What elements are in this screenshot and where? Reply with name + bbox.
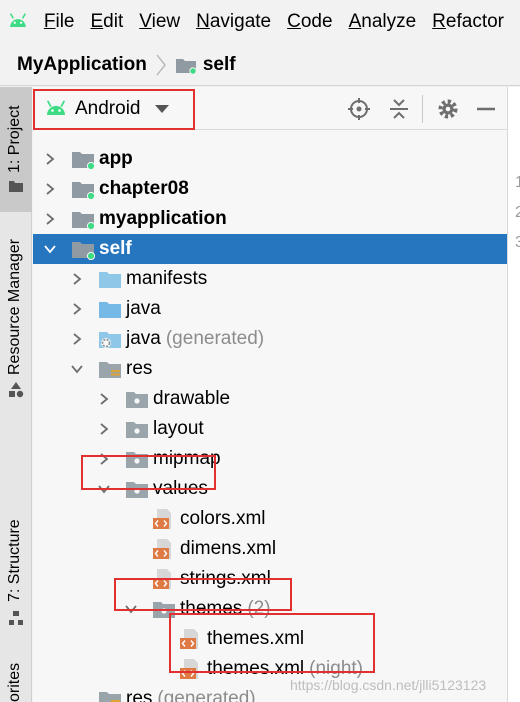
module-folder-icon: [72, 212, 95, 230]
tab-project-label: 1: Project: [6, 105, 23, 173]
tree-item-label: dimens.xml: [180, 538, 277, 559]
line-number: 2: [515, 204, 520, 222]
breadcrumb-project[interactable]: MyApplication: [17, 54, 147, 76]
chevron-down-icon[interactable]: [70, 362, 84, 376]
tree-item-label: layout: [153, 418, 204, 439]
chevron-right-icon[interactable]: [43, 212, 57, 226]
highlight-themes-files: [169, 613, 375, 673]
shapes-icon: [9, 382, 24, 398]
menu-edit[interactable]: Edit: [90, 11, 123, 33]
tree-item-label: colors.xml: [180, 508, 266, 529]
module-folder-icon: [72, 242, 95, 260]
tree-item-label: java: [126, 328, 161, 349]
android-logo-icon[interactable]: [8, 9, 28, 35]
chevron-right-icon[interactable]: [97, 422, 111, 436]
resource-folder-icon: [99, 362, 121, 378]
tree-item-label: app: [99, 148, 133, 169]
chevron-right-icon[interactable]: [43, 182, 57, 196]
highlight-themes-folder: [114, 578, 292, 611]
tab-resource-manager-label: Resource Manager: [6, 238, 23, 375]
xml-file-icon: [153, 539, 171, 559]
tree-item-folder[interactable]: myapplication: [33, 204, 507, 234]
resource-folder-icon: [99, 692, 121, 702]
tree-item-label: java: [126, 298, 161, 319]
menu-code-rest: ode: [300, 11, 333, 32]
folder-icon: [9, 181, 23, 192]
tree-item-label: res: [126, 358, 153, 379]
menu-navigate-rest: avigate: [209, 11, 272, 32]
folder-icon: [99, 272, 121, 288]
menu-file-rest: ile: [55, 11, 75, 32]
module-folder-icon: [175, 58, 197, 75]
breadcrumb-separator-icon: [156, 54, 166, 75]
tree-item-folder[interactable]: res: [33, 354, 507, 384]
tree-item-folder[interactable]: layout: [33, 414, 507, 444]
tree-item-label: self: [99, 238, 132, 259]
menu-file[interactable]: File: [44, 11, 75, 33]
chevron-right-icon[interactable]: [70, 272, 84, 286]
breadcrumb-module[interactable]: self: [203, 54, 236, 76]
menu-navigate[interactable]: Navigate: [196, 11, 271, 33]
chevron-right-icon[interactable]: [70, 302, 84, 316]
chevron-right-icon[interactable]: [43, 152, 57, 166]
tree-item-folder[interactable]: java (generated): [33, 324, 507, 354]
chevron-down-icon[interactable]: [43, 242, 57, 256]
module-folder-icon: [72, 152, 95, 170]
menu-bar: File Edit View Navigate Code Analyze Ref…: [0, 0, 520, 44]
tree-item-label: chapter08: [99, 178, 189, 199]
highlight-values-folder: [81, 455, 216, 490]
line-number: 1: [515, 174, 520, 192]
breadcrumb: MyApplication self: [0, 44, 520, 86]
menu-analyze[interactable]: Analyze: [349, 11, 417, 33]
menu-view[interactable]: View: [139, 11, 180, 33]
gear-icon[interactable]: [436, 97, 460, 121]
chevron-right-icon[interactable]: [97, 392, 111, 406]
editor-gutter: 1 2 3: [507, 87, 520, 702]
highlight-view-selector: [33, 89, 195, 130]
line-number: 3: [515, 234, 520, 252]
tree-item-file[interactable]: colors.xml: [33, 504, 507, 534]
chevron-right-icon[interactable]: [70, 332, 84, 346]
left-tool-strip: 1: Project Resource Manager 7: Structure…: [0, 87, 32, 702]
tree-item-suffix: (generated): [157, 688, 256, 702]
tree-item-label: manifests: [126, 268, 208, 289]
package-folder-icon: [126, 422, 148, 438]
generated-folder-icon: [99, 332, 121, 348]
tree-item-folder[interactable]: self: [33, 234, 507, 264]
tab-structure-label: 7: Structure: [6, 519, 23, 602]
tree-item-suffix: (generated): [165, 328, 265, 349]
tree-item-file[interactable]: dimens.xml: [33, 534, 507, 564]
menu-edit-rest: dit: [103, 11, 124, 32]
menu-analyze-rest: nalyze: [361, 11, 417, 32]
tree-item-folder[interactable]: manifests: [33, 264, 507, 294]
tab-favorites-label: orites: [6, 662, 23, 702]
menu-refactor[interactable]: Refactor: [432, 11, 504, 33]
tree-item-label: myapplication: [99, 208, 227, 229]
menu-code[interactable]: Code: [287, 11, 332, 33]
xml-file-icon: [153, 509, 171, 529]
structure-icon: [9, 611, 23, 625]
tree-item-folder[interactable]: drawable: [33, 384, 507, 414]
collapse-all-icon[interactable]: [387, 97, 411, 121]
locate-icon[interactable]: [347, 97, 371, 121]
tab-project[interactable]: 1: Project: [0, 87, 32, 212]
tree-item-folder[interactable]: chapter08: [33, 174, 507, 204]
tree-item-label: res: [126, 688, 153, 702]
tree-item-folder[interactable]: java: [33, 294, 507, 324]
menu-refactor-rest: efactor: [445, 11, 504, 32]
tree-item-label: drawable: [153, 388, 231, 409]
tree-item-folder[interactable]: app: [33, 144, 507, 174]
watermark: https://blog.csdn.net/jlli5123123: [290, 677, 487, 693]
toolbar-divider: [422, 95, 423, 123]
module-folder-icon: [72, 182, 95, 200]
minimize-icon[interactable]: [474, 97, 498, 121]
package-folder-icon: [126, 392, 148, 408]
source-folder-icon: [99, 302, 121, 318]
menu-view-rest: iew: [151, 11, 181, 32]
